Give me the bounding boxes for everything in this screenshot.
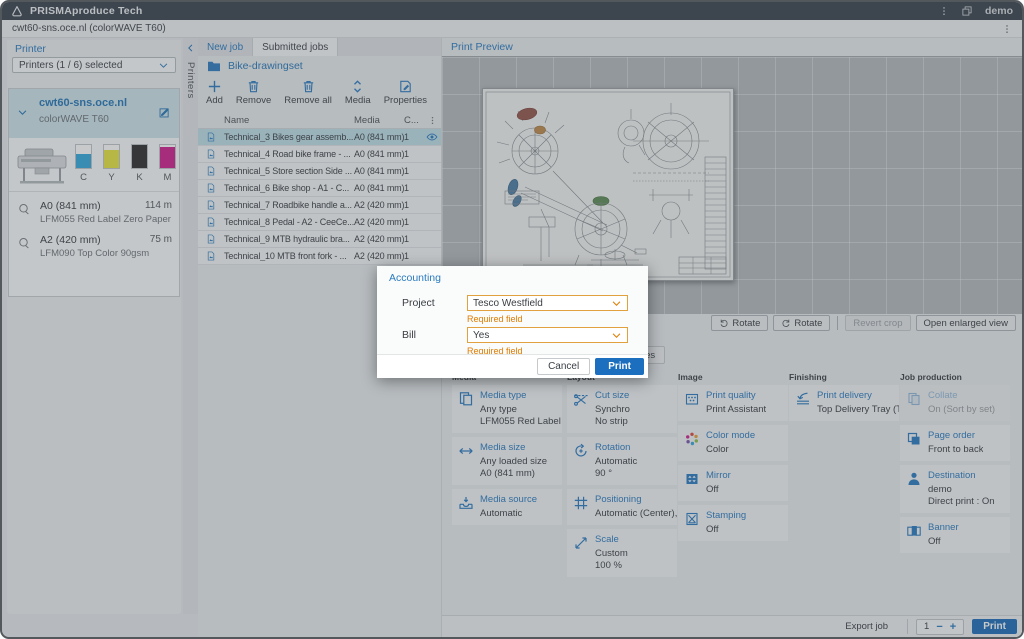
dialog-cancel-button[interactable]: Cancel bbox=[537, 358, 590, 375]
chevron-down-icon bbox=[611, 330, 622, 341]
bill-label: Bill bbox=[402, 329, 416, 341]
project-select[interactable]: Tesco Westfield bbox=[467, 295, 628, 311]
bill-select[interactable]: Yes bbox=[467, 327, 628, 343]
dialog-footer: Cancel Print bbox=[377, 354, 648, 378]
project-label: Project bbox=[402, 297, 435, 309]
project-required-hint: Required field bbox=[467, 314, 523, 324]
dialog-print-button[interactable]: Print bbox=[595, 358, 644, 375]
accounting-dialog: Accounting Project Tesco Westfield Requi… bbox=[377, 266, 648, 378]
dialog-title: Accounting bbox=[389, 272, 441, 284]
chevron-down-icon bbox=[611, 298, 622, 309]
app-window: PRISMAproduce Tech demo cwt60-sns.oce.nl… bbox=[0, 0, 1024, 639]
project-select-value: Tesco Westfield bbox=[473, 298, 543, 309]
bill-select-value: Yes bbox=[473, 330, 489, 341]
